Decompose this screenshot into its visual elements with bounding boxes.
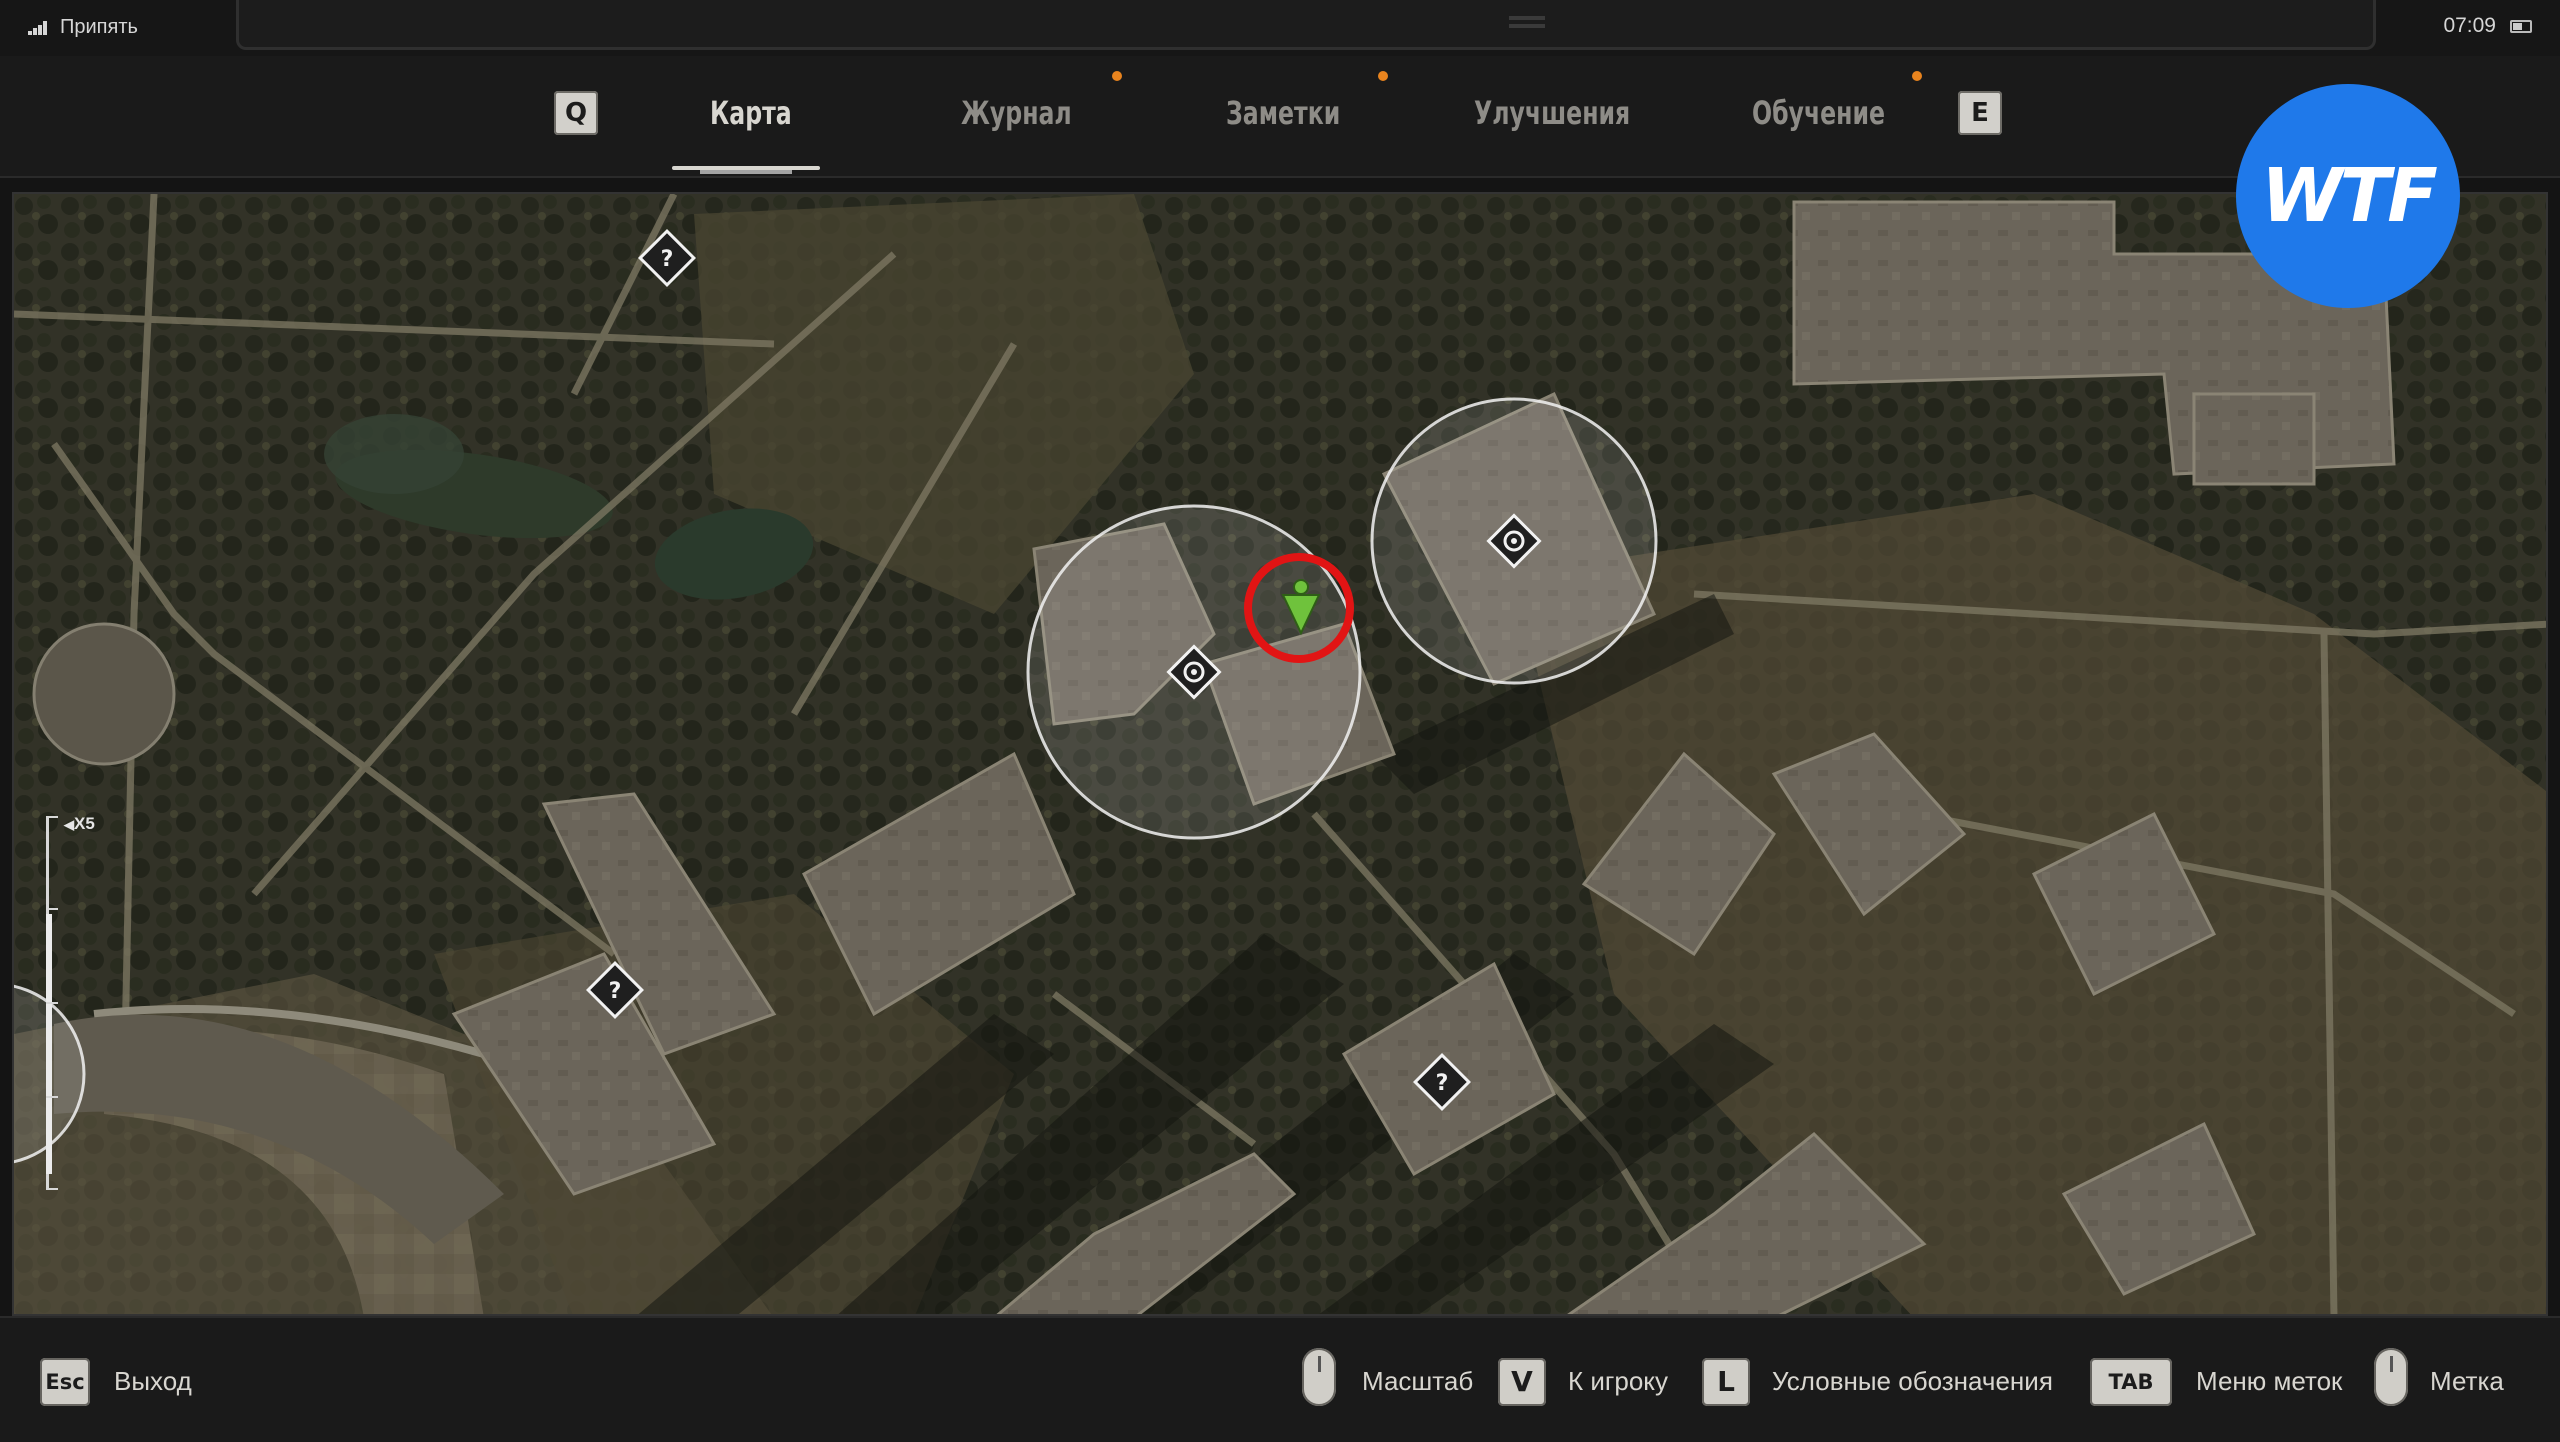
exit-label[interactable]: Выход [114,1366,192,1397]
frame-notch [1509,16,1545,20]
tab-upgrades[interactable]: Улучшения [1474,94,1630,132]
notes-notification-dot [1378,71,1388,81]
mark-label[interactable]: Метка [2430,1366,2504,1397]
zoom-level-label: ◀X5 [64,814,95,833]
wtf-watermark-badge: WTF [2236,84,2460,308]
tab-map[interactable]: Карта [710,94,792,132]
signal-icon [28,20,52,35]
marks-menu-label[interactable]: Меню меток [2196,1366,2342,1397]
clock-indicator: 07:09 [2443,14,2532,38]
exit-key[interactable]: Esc [40,1358,90,1406]
controls-bar: Esc Выход Масштаб V К игроку L Условные … [0,1316,2560,1442]
tab-tutorial[interactable]: Обучение [1752,94,1885,132]
location-name: Припять [60,16,138,38]
tutorial-notification-dot [1912,71,1922,81]
zoom-scale[interactable] [46,816,61,1190]
legend-label[interactable]: Условные обозначения [1772,1366,2053,1397]
top-frame-decoration [236,0,2376,50]
prev-tab-key[interactable]: Q [554,91,598,135]
next-tab-key[interactable]: E [1958,91,2002,135]
battery-icon [2510,19,2532,33]
location-indicator: Припять [28,16,138,39]
mouse-right-click-icon [2374,1348,2408,1406]
marks-menu-key[interactable]: TAB [2090,1358,2172,1406]
to-player-key[interactable]: V [1498,1358,1546,1406]
tab-journal[interactable]: Журнал [961,94,1072,132]
nav-tabs-bar: Q Карта Журнал Заметки Улучшения Обучени… [0,56,2560,178]
legend-key[interactable]: L [1702,1358,1750,1406]
to-player-label[interactable]: К игроку [1568,1366,1668,1397]
journal-notification-dot [1112,71,1122,81]
tab-notes[interactable]: Заметки [1226,94,1340,132]
wtf-watermark-text: WTF [2261,153,2438,239]
mouse-scroll-icon [1302,1348,1336,1406]
zoom-control-label[interactable]: Масштаб [1362,1366,1473,1397]
status-bar: Припять 07:09 [0,0,2560,56]
zoom-fill [46,914,52,1174]
map-terrain [14,194,2546,1314]
map-view[interactable]: ? ? ? ◀X5 [12,192,2548,1316]
clock-time: 07:09 [2443,14,2496,37]
active-tab-glow [700,170,792,174]
